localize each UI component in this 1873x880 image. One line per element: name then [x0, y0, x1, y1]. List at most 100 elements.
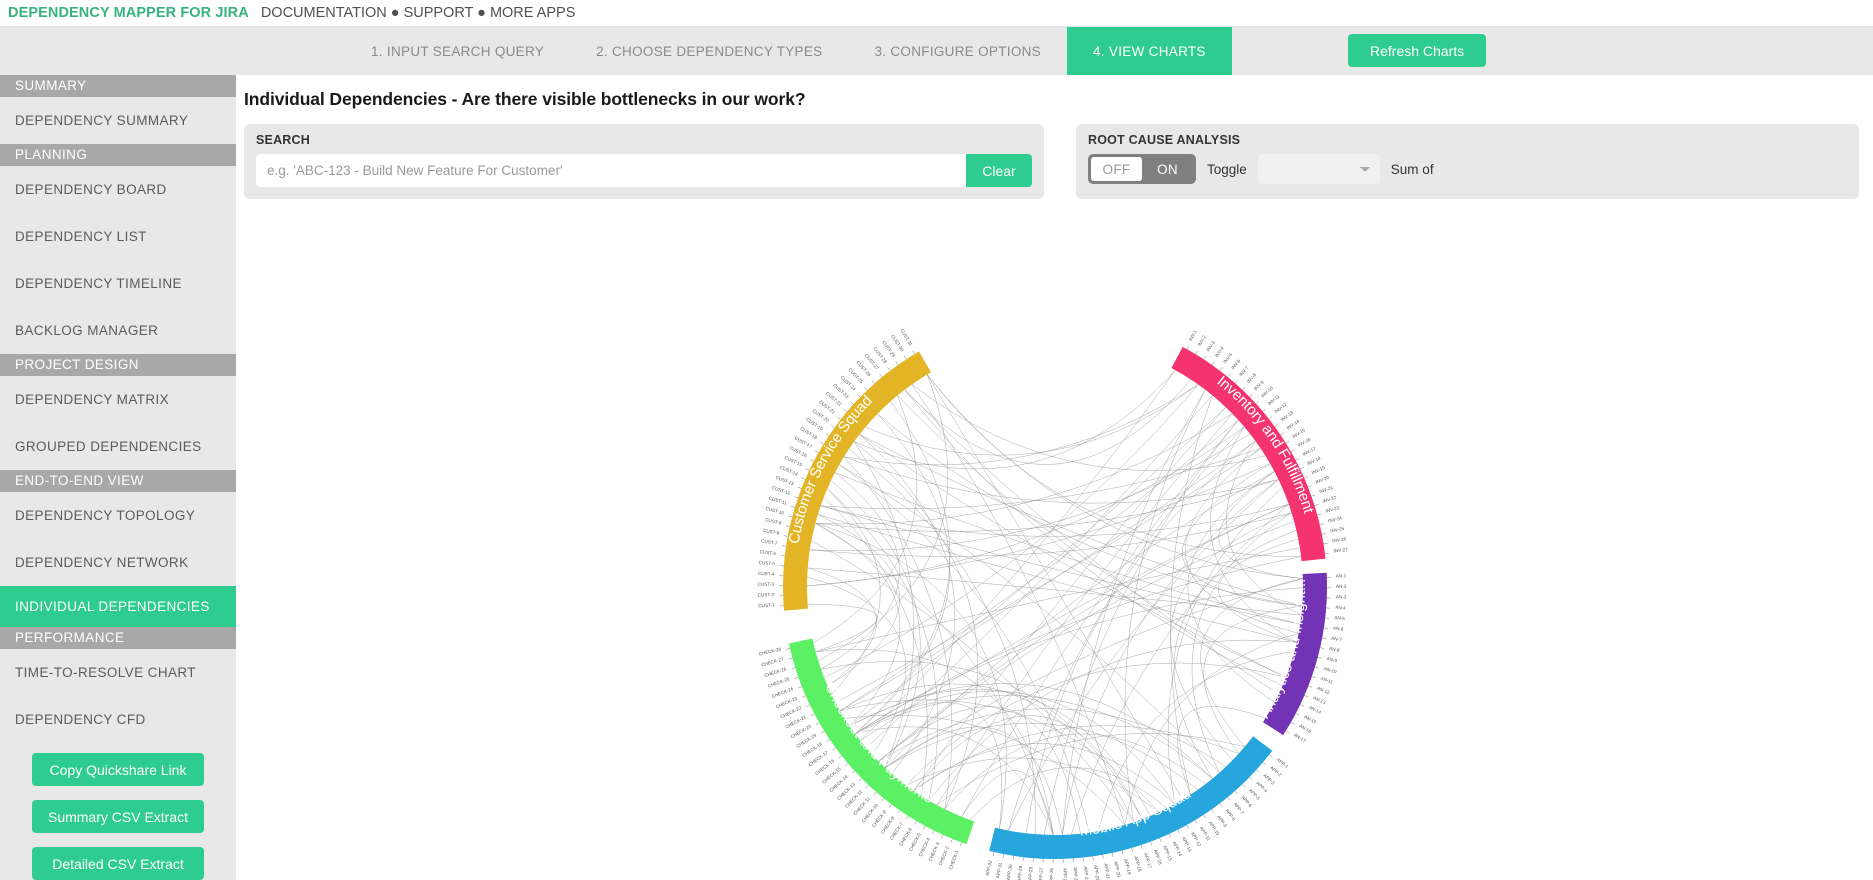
- step-tab-4[interactable]: 4. VIEW CHARTS: [1067, 27, 1232, 75]
- chord-tick-label: INV-6: [1230, 358, 1241, 370]
- chord-tick-label: APP-27: [1038, 867, 1044, 880]
- step-tab-3[interactable]: 3. CONFIGURE OPTIONS: [848, 27, 1067, 75]
- chord-tick-label: CHECK-2: [937, 845, 949, 866]
- chord-tick-label: APP-14: [1171, 841, 1182, 858]
- copy-quickshare-link-button[interactable]: Copy Quickshare Link: [32, 753, 204, 786]
- chord-tick-mark: [1321, 637, 1326, 639]
- chord-tick-label: CHECK-25: [767, 676, 791, 688]
- chord-tick-mark: [815, 722, 819, 725]
- chord-link: [854, 587, 1303, 734]
- top-nav-links[interactable]: DOCUMENTATION ● SUPPORT ● MORE APPS: [261, 5, 576, 21]
- chord-link: [912, 407, 1226, 791]
- chord-arcs-group[interactable]: [782, 346, 1327, 859]
- chord-tick-mark: [865, 785, 869, 789]
- rca-toggle[interactable]: OFF ON: [1088, 154, 1196, 184]
- chord-link: [1217, 538, 1298, 643]
- chord-tick-label: CHECK-27: [760, 657, 784, 668]
- rca-sum-caption: Sum of: [1390, 161, 1434, 177]
- sidebar-group-summary: SUMMARY: [0, 75, 236, 97]
- chord-tick-mark: [1140, 844, 1143, 849]
- step-tab-2[interactable]: 2. CHOOSE DEPENDENCY TYPES: [570, 27, 848, 75]
- chord-tick-label: CUST-12: [771, 485, 791, 496]
- chord-tick-mark: [1177, 829, 1180, 834]
- sidebar-item-dependency-topology[interactable]: DEPENDENCY TOPOLOGY: [0, 492, 236, 539]
- chord-tick-mark: [878, 373, 882, 378]
- chord-tick-label: AN-17: [1292, 732, 1306, 743]
- rca-toggle-off[interactable]: OFF: [1091, 157, 1142, 181]
- chord-tick-mark: [1311, 676, 1316, 679]
- sidebar-item-individual-dependencies[interactable]: INDIVIDUAL DEPENDENCIES: [0, 586, 236, 627]
- chord-tick-mark: [805, 704, 810, 707]
- chord-tick-label: CUST-4: [757, 571, 774, 577]
- clear-button[interactable]: Clear: [966, 154, 1032, 187]
- chord-diagram[interactable]: INV-1INV-2INV-3INV-4INV-5INV-6INV-7INV-8…: [505, 257, 1605, 880]
- chord-tick-label: INV-9: [1253, 379, 1265, 391]
- chord-tick-label: AN-12: [1316, 686, 1330, 696]
- chord-tick-label: CUST-11: [768, 496, 788, 506]
- sidebar-item-grouped-dependencies[interactable]: GROUPED DEPENDENCIES: [0, 423, 236, 470]
- sidebar-item-backlog-manager[interactable]: BACKLOG MANAGER: [0, 307, 236, 354]
- chord-tick-mark: [863, 387, 868, 391]
- chord-tick-mark: [1307, 685, 1312, 688]
- chord-tick-label: INV-26: [1331, 536, 1346, 543]
- chord-tick-label: INV-12: [1273, 401, 1287, 414]
- chord-tick-label: INV-24: [1327, 515, 1342, 523]
- sidebar-item-dependency-matrix[interactable]: DEPENDENCY MATRIX: [0, 376, 236, 423]
- chord-tick-mark: [872, 791, 876, 796]
- refresh-charts-button[interactable]: Refresh Charts: [1348, 34, 1487, 67]
- chord-tick-label: APP-3: [1262, 773, 1276, 786]
- body-wrapper: SUMMARY DEPENDENCY SUMMARY PLANNING DEPENDE…: [0, 75, 1873, 880]
- chord-tick-mark: [837, 755, 842, 759]
- chord-tick-mark: [1149, 841, 1152, 846]
- sidebar-item-dependency-list[interactable]: DEPENDENCY LIST: [0, 213, 236, 260]
- chord-tick-label: INV-19: [1310, 465, 1325, 475]
- chord-tick-mark: [1203, 355, 1206, 360]
- step-nav-bar: 1. INPUT SEARCH QUERY 2. CHOOSE DEPENDENC…: [0, 27, 1873, 75]
- app-brand: DEPENDENCY MAPPER FOR JIRA: [8, 5, 249, 21]
- chord-tick-label: APP-9: [1216, 814, 1228, 828]
- sidebar-item-dependency-network[interactable]: DEPENDENCY NETWORK: [0, 539, 236, 586]
- chord-tick-label: INV-25: [1329, 526, 1344, 534]
- chord-tick-label: CUST-2: [757, 592, 774, 598]
- chord-tick-mark: [788, 657, 793, 660]
- chord-tick-mark: [888, 804, 892, 808]
- chord-link: [820, 505, 1300, 625]
- chord-tick-mark: [1316, 513, 1321, 516]
- chord-tick-label: INV-15: [1291, 427, 1306, 439]
- chord-tick-label: CUST-7: [760, 538, 777, 545]
- chord-tick-mark: [931, 830, 934, 835]
- chord-tick-label: AN-14: [1308, 705, 1322, 715]
- chord-link: [884, 722, 1198, 790]
- chord-tick-mark: [794, 677, 798, 679]
- rca-toggle-on[interactable]: ON: [1142, 157, 1193, 181]
- chord-link: [858, 434, 955, 774]
- controls-row: SEARCH Clear ROOT CAUSE ANALYSIS OFF ON …: [236, 110, 1873, 199]
- chord-tick-mark: [1321, 533, 1326, 535]
- chord-tick-mark: [1226, 797, 1230, 801]
- chord-tick-mark: [1211, 361, 1215, 366]
- chord-chart-area: INV-1 INV-2 INV-3 INV-4 INV-5 INV-6 INV-7 INV-8…: [236, 257, 1873, 880]
- chord-tick-mark: [1262, 762, 1266, 766]
- chord-tick-label: APP-5: [1247, 788, 1260, 801]
- chord-tick-label: CUST-9: [764, 517, 781, 526]
- summary-csv-extract-button[interactable]: Summary CSV Extract: [32, 800, 204, 833]
- search-input[interactable]: [256, 154, 966, 187]
- detailed-csv-extract-button[interactable]: Detailed CSV Extract: [32, 847, 204, 880]
- chord-tick-label: INV-27: [1333, 547, 1348, 554]
- root-cause-analysis-panel: ROOT CAUSE ANALYSIS OFF ON Toggle Sum of: [1076, 124, 1859, 199]
- sidebar-item-time-to-resolve-chart[interactable]: TIME-TO-RESOLVE CHART: [0, 649, 236, 696]
- sidebar-actions: Copy Quickshare Link Summary CSV Extract D…: [0, 743, 236, 880]
- sidebar-item-dependency-timeline[interactable]: DEPENDENCY TIMELINE: [0, 260, 236, 307]
- sidebar-item-dependency-board[interactable]: DEPENDENCY BOARD: [0, 166, 236, 213]
- chord-tick-label: CUST-8: [762, 528, 779, 536]
- sidebar-item-dependency-summary[interactable]: DEPENDENCY SUMMARY: [0, 97, 236, 144]
- chord-tick-mark: [1285, 730, 1289, 734]
- rca-measure-select[interactable]: [1257, 154, 1380, 184]
- chord-tick-mark: [844, 763, 848, 767]
- chord-link: [877, 504, 1289, 762]
- chord-tick-label: INV-18: [1306, 455, 1321, 466]
- step-tab-1[interactable]: 1. INPUT SEARCH QUERY: [345, 27, 570, 75]
- chord-tick-mark: [781, 545, 786, 547]
- sidebar-item-dependency-cfd[interactable]: DEPENDENCY CFD: [0, 696, 236, 743]
- chord-tick-label: CUST-5: [758, 560, 775, 566]
